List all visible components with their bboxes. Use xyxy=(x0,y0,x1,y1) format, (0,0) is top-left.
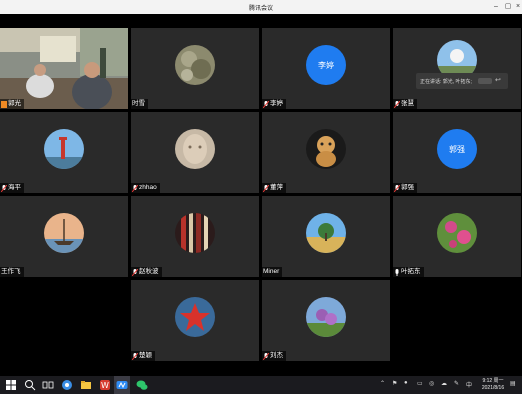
taskbar-clock[interactable]: 9:12 周一 2021/8/16 xyxy=(478,378,508,392)
participant-namebar: 李婷 xyxy=(262,99,286,109)
mic-muted-icon xyxy=(393,100,401,108)
participant-tile[interactable]: 王作飞 xyxy=(0,196,128,277)
file-explorer-icon[interactable] xyxy=(80,379,92,391)
mic-active-icon xyxy=(1,100,7,108)
tray-security-icon[interactable]: ● xyxy=(404,380,408,386)
avatar xyxy=(306,297,346,337)
avatar xyxy=(175,297,215,337)
windows-taskbar: W ⌃ ⚑ ● ▭ ◎ ☁ ✎ 中 9:12 周一 2021/8/16 ▤ xyxy=(0,376,522,394)
participant-tile[interactable]: 郭强 郭强 xyxy=(393,112,521,193)
participant-tile[interactable]: 刘杰 xyxy=(262,280,390,361)
mic-on-icon xyxy=(394,268,400,276)
tencent-meeting-icon[interactable] xyxy=(116,379,128,391)
participant-namebar: 郭强 xyxy=(393,183,417,193)
avatar xyxy=(175,213,215,253)
participant-tile[interactable]: 赵秋波 xyxy=(131,196,259,277)
participant-name: 郭光 xyxy=(8,100,21,107)
video-feed xyxy=(0,28,128,109)
svg-text:W: W xyxy=(101,381,109,390)
close-button[interactable]: × xyxy=(512,1,522,13)
avatar xyxy=(175,45,215,85)
participant-tile[interactable]: 楚颖 xyxy=(131,280,259,361)
windows-start-icon[interactable] xyxy=(5,379,17,391)
mic-muted-icon xyxy=(262,184,270,192)
participant-namebar: 楚颖 xyxy=(131,351,155,361)
participant-namebar: 叶拓东 xyxy=(393,267,424,277)
mic-muted-icon xyxy=(262,352,270,360)
participant-name: 李婷 xyxy=(270,100,283,107)
participant-name: 郭强 xyxy=(401,184,414,191)
mic-muted-icon xyxy=(262,100,270,108)
minimize-button[interactable]: – xyxy=(490,1,502,13)
speaking-indicator: 正在讲话: 郭光, 叶拓东; ↩ xyxy=(416,73,508,89)
participant-name: 董萍 xyxy=(270,184,283,191)
participant-tile[interactable]: zhhao xyxy=(131,112,259,193)
participant-name: 楚颖 xyxy=(139,352,152,359)
participant-tile[interactable]: 董萍 xyxy=(262,112,390,193)
participant-tile[interactable]: 郭光 xyxy=(0,28,128,109)
participant-namebar: 刘杰 xyxy=(262,351,286,361)
participant-tile[interactable]: 叶拓东 xyxy=(393,196,521,277)
tray-cloud-icon[interactable]: ☁ xyxy=(441,380,447,387)
tray-expand-icon[interactable]: ⌃ xyxy=(380,380,385,387)
participant-tile[interactable]: 李婷 李婷 xyxy=(262,28,390,109)
avatar xyxy=(175,129,215,169)
window-title: 腾讯会议 xyxy=(248,6,273,12)
tray-battery-icon[interactable]: ▭ xyxy=(417,380,423,387)
notification-icon[interactable]: ▤ xyxy=(510,380,516,387)
participant-name: 刘杰 xyxy=(270,352,283,359)
participant-namebar: Miner xyxy=(262,267,283,277)
participant-namebar: 海平 xyxy=(0,183,24,193)
tray-network-icon[interactable]: ◎ xyxy=(429,380,434,387)
clock-time: 9:12 周一 xyxy=(482,378,504,384)
avatar-text: 李婷 xyxy=(318,60,334,70)
participant-name: 张慧 xyxy=(401,100,414,107)
avatar xyxy=(437,213,477,253)
participant-namebar: 张慧 xyxy=(393,99,417,109)
participant-name: zhhao xyxy=(139,184,157,191)
avatar xyxy=(306,129,346,169)
participant-tile[interactable]: Miner xyxy=(262,196,390,277)
participant-tile[interactable]: 时雪 xyxy=(131,28,259,109)
speaking-dots-icon xyxy=(477,78,492,84)
mic-muted-icon xyxy=(131,268,139,276)
avatar xyxy=(306,213,346,253)
participant-namebar: zhhao xyxy=(131,183,160,193)
participant-tile[interactable]: 海平 xyxy=(0,112,128,193)
mic-muted-icon xyxy=(131,184,139,192)
clock-date: 2021/8/16 xyxy=(481,385,505,391)
participant-namebar: 董萍 xyxy=(262,183,286,193)
participant-name: 叶拓东 xyxy=(401,268,421,275)
search-icon[interactable] xyxy=(24,379,36,391)
wechat-icon[interactable] xyxy=(136,379,148,391)
browser-icon[interactable] xyxy=(61,379,73,391)
participant-name: 时雪 xyxy=(132,100,145,107)
participant-namebar: 时雪 xyxy=(131,99,148,109)
tray-language[interactable]: 中 xyxy=(466,380,472,389)
task-view-icon[interactable] xyxy=(42,379,54,391)
mic-muted-icon xyxy=(131,352,139,360)
back-arrow-icon[interactable]: ↩ xyxy=(495,77,504,85)
avatar-text: 郭强 xyxy=(449,144,465,154)
mic-muted-icon xyxy=(393,184,401,192)
wps-icon[interactable]: W xyxy=(99,379,111,391)
participant-namebar: 赵秋波 xyxy=(131,267,162,277)
mic-muted-icon xyxy=(0,184,8,192)
participant-name: 赵秋波 xyxy=(139,268,159,275)
participant-name: 海平 xyxy=(8,184,21,191)
participant-tile[interactable]: 张慧 xyxy=(393,28,521,109)
speaking-label: 正在讲话: 郭光, 叶拓东; xyxy=(420,78,472,85)
tray-app-icon[interactable]: ⚑ xyxy=(392,380,397,387)
window-titlebar: 腾讯会议 – ▢ × xyxy=(0,0,522,14)
avatar: 郭强 xyxy=(437,129,477,169)
tray-input-icon[interactable]: ✎ xyxy=(454,380,459,387)
participant-namebar: 王作飞 xyxy=(0,267,24,277)
avatar: 李婷 xyxy=(306,45,346,85)
avatar xyxy=(44,129,84,169)
participant-namebar: 郭光 xyxy=(0,99,24,109)
participant-name: Miner xyxy=(263,268,280,275)
avatar xyxy=(44,213,84,253)
participant-name: 王作飞 xyxy=(1,268,21,275)
